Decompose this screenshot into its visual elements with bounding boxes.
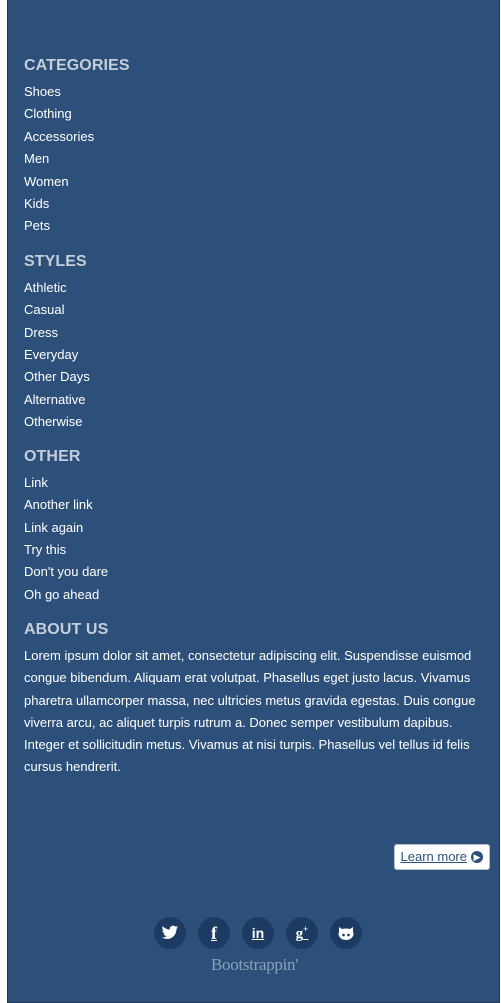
- other-link-another-link[interactable]: Another link: [24, 497, 93, 512]
- style-link-athletic[interactable]: Athletic: [24, 280, 67, 295]
- styles-list: Athletic Casual Dress Everyday Other Day…: [24, 277, 494, 434]
- other-link-dont-you-dare[interactable]: Don't you dare: [24, 564, 108, 579]
- other-section: OTHER Link Another link Link again Try t…: [24, 446, 494, 606]
- other-heading: OTHER: [24, 447, 81, 465]
- twitter-icon[interactable]: [154, 917, 186, 949]
- chevron-right-circle-icon: ▶: [471, 851, 483, 863]
- style-link-alternative[interactable]: Alternative: [24, 392, 85, 407]
- other-list: Link Another link Link again Try this Do…: [24, 472, 494, 606]
- other-link-oh-go-ahead[interactable]: Oh go ahead: [24, 587, 99, 602]
- google-plus-icon[interactable]: g+: [286, 917, 318, 949]
- style-link-casual[interactable]: Casual: [24, 302, 64, 317]
- github-icon[interactable]: [330, 917, 362, 949]
- category-link-women[interactable]: Women: [24, 174, 69, 189]
- category-link-accessories[interactable]: Accessories: [24, 129, 94, 144]
- github-octocat-glyph: [338, 927, 354, 940]
- linkedin-icon[interactable]: in: [242, 917, 274, 949]
- category-link-shoes[interactable]: Shoes: [24, 84, 61, 99]
- other-link-try-this[interactable]: Try this: [24, 542, 66, 557]
- footer-panel: CATEGORIES Shoes Clothing Accessories Me…: [7, 0, 500, 1003]
- categories-list: Shoes Clothing Accessories Men Women Kid…: [24, 81, 494, 238]
- about-heading: ABOUT US: [24, 621, 109, 639]
- social-links: f in g+: [154, 917, 374, 949]
- learn-more-label: Learn more: [400, 849, 467, 864]
- brand-logo-text: Bootstrappin': [211, 955, 298, 974]
- about-section: ABOUT US Lorem ipsum dolor sit amet, con…: [24, 619, 494, 778]
- style-link-everyday[interactable]: Everyday: [24, 347, 78, 362]
- styles-section: STYLES Athletic Casual Dress Everyday Ot…: [24, 251, 494, 434]
- facebook-glyph: f: [211, 922, 217, 943]
- twitter-bird-glyph: [161, 925, 179, 939]
- footer-content: CATEGORIES Shoes Clothing Accessories Me…: [24, 55, 494, 778]
- style-link-otherwise[interactable]: Otherwise: [24, 414, 83, 429]
- google-plus-glyph: g+: [295, 923, 309, 942]
- category-link-men[interactable]: Men: [24, 151, 49, 166]
- linkedin-glyph: in: [251, 925, 265, 941]
- other-link-link[interactable]: Link: [24, 475, 48, 490]
- facebook-icon[interactable]: f: [198, 917, 230, 949]
- categories-section: CATEGORIES Shoes Clothing Accessories Me…: [24, 55, 494, 238]
- learn-more-button[interactable]: Learn more ▶: [393, 844, 490, 870]
- styles-heading: STYLES: [24, 252, 87, 270]
- category-link-pets[interactable]: Pets: [24, 218, 50, 233]
- style-link-dress[interactable]: Dress: [24, 325, 58, 340]
- categories-heading: CATEGORIES: [24, 57, 130, 74]
- category-link-clothing[interactable]: Clothing: [24, 106, 72, 121]
- other-link-link-again[interactable]: Link again: [24, 520, 83, 535]
- category-link-kids[interactable]: Kids: [24, 196, 49, 211]
- about-paragraph: Lorem ipsum dolor sit amet, consectetur …: [24, 648, 476, 775]
- style-link-other-days[interactable]: Other Days: [24, 369, 90, 384]
